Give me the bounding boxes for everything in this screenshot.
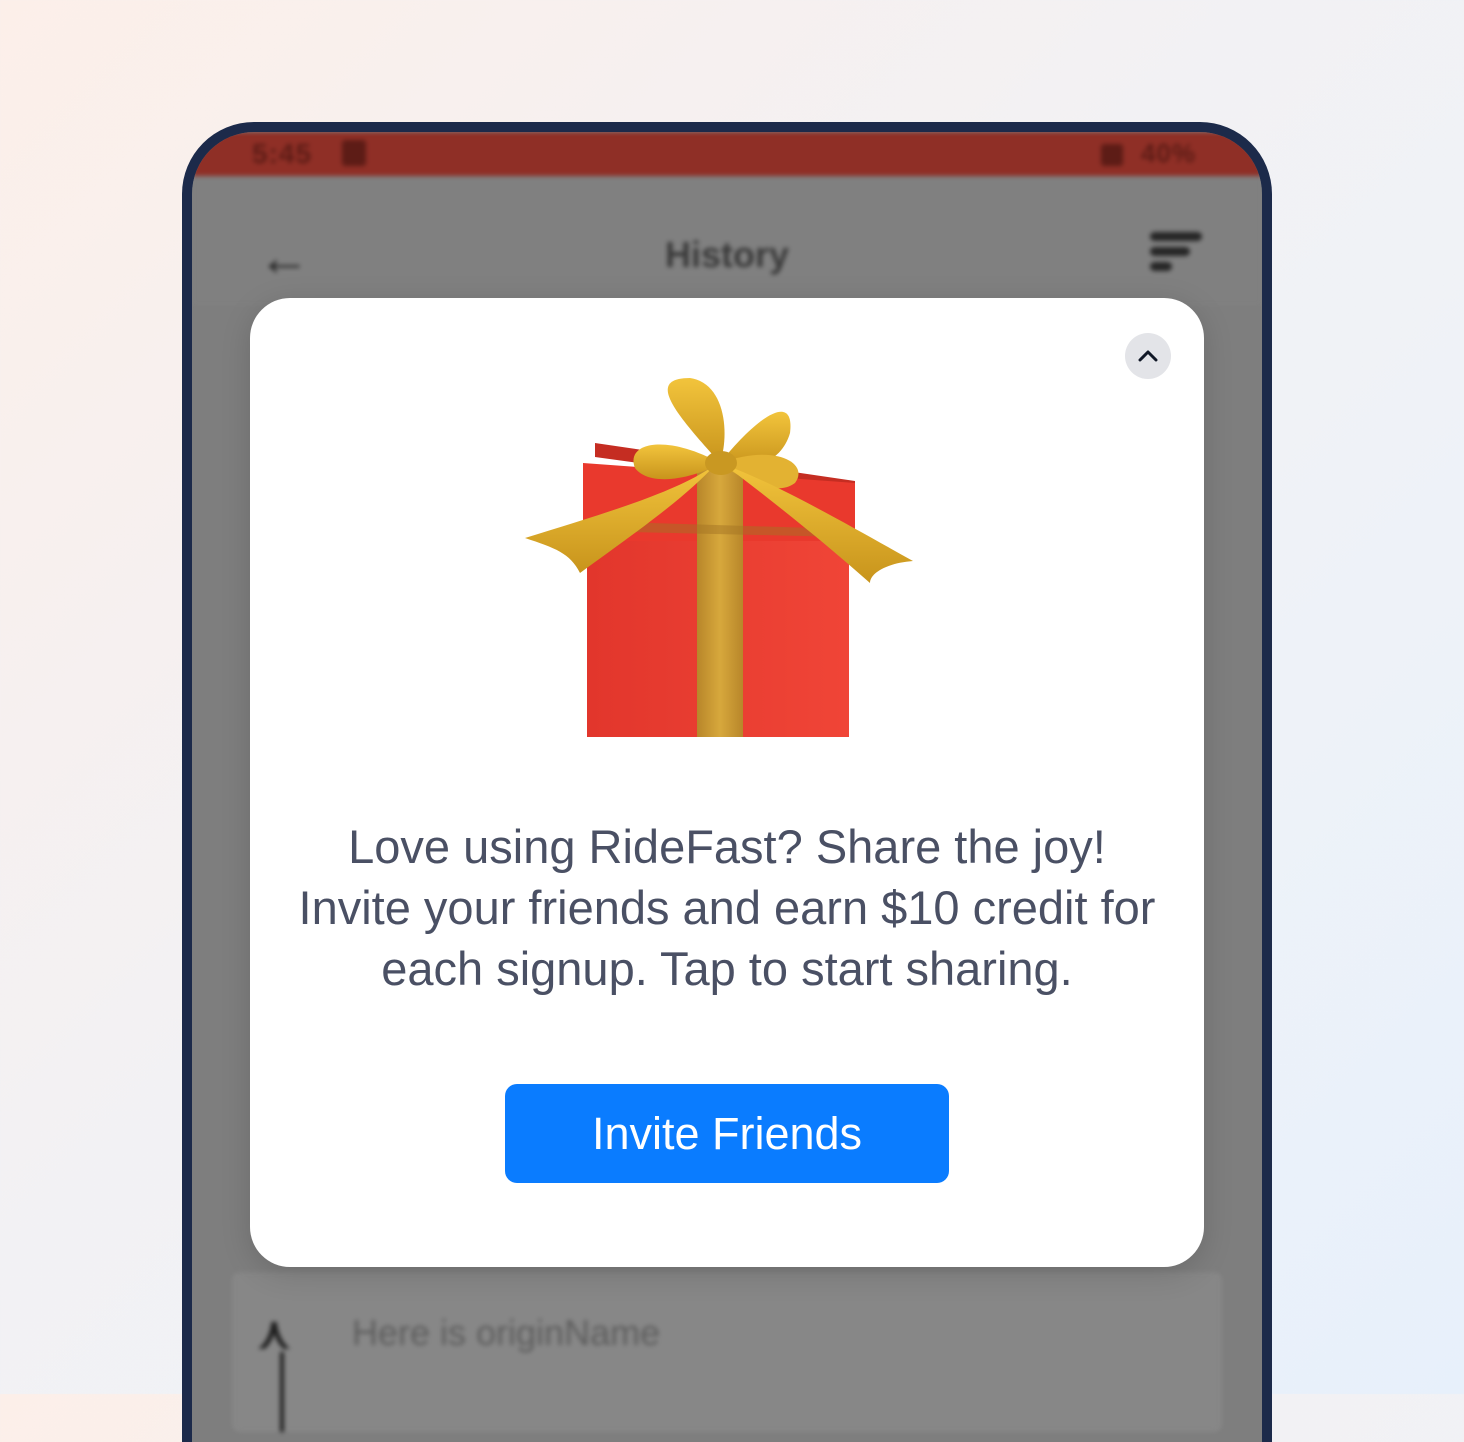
route-pin-icon: ⋏ xyxy=(258,1309,291,1358)
route-line xyxy=(280,1352,284,1432)
collapse-button[interactable] xyxy=(1125,333,1171,379)
app-bar: ← History xyxy=(192,176,1262,306)
invite-friends-button[interactable]: Invite Friends xyxy=(505,1084,949,1183)
referral-modal: Love using RideFast? Share the joy! Invi… xyxy=(250,298,1204,1267)
notification-icon xyxy=(342,140,366,166)
origin-name: Here is originName xyxy=(352,1312,661,1353)
signal-icon xyxy=(1100,144,1123,167)
battery-level: 40% xyxy=(1140,138,1196,168)
sort-icon[interactable] xyxy=(1150,232,1202,282)
referral-message: Love using RideFast? Share the joy! Invi… xyxy=(298,820,1156,995)
status-bar: 5:45 40% xyxy=(192,132,1262,176)
chevron-up-icon xyxy=(1138,350,1158,362)
gift-icon xyxy=(525,378,913,737)
gift-box-image xyxy=(525,373,920,743)
status-indicators: 40% xyxy=(1100,138,1196,169)
status-time: 5:45 xyxy=(252,138,313,169)
page-title: History xyxy=(664,234,790,275)
